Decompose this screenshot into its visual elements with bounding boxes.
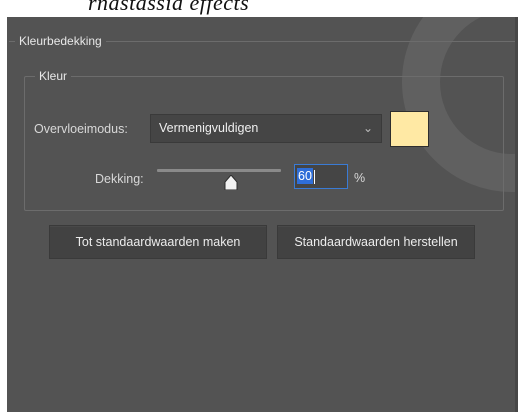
opacity-input[interactable]: 60: [294, 164, 348, 189]
opacity-slider-thumb[interactable]: [224, 175, 238, 190]
opacity-unit: %: [354, 171, 366, 185]
blend-mode-label: Overvloeimodus:: [34, 122, 128, 136]
blend-mode-value: Vermenigvuldigen: [159, 121, 259, 135]
top-strip: rnastassia effects: [0, 0, 518, 17]
reset-default-button[interactable]: Standaardwaarden herstellen: [277, 225, 475, 259]
color-swatch[interactable]: [390, 111, 429, 147]
opacity-label: Dekking:: [95, 172, 144, 186]
chevron-down-icon: ⌄: [362, 121, 373, 135]
text-caret: [313, 169, 315, 184]
opacity-slider-track[interactable]: [157, 169, 281, 172]
section-title: Kleurbedekking: [15, 32, 106, 50]
clipped-watermark-text: rnastassia effects: [88, 0, 250, 15]
opacity-value: 60: [297, 168, 313, 184]
color-group-title: Kleur: [35, 67, 72, 85]
blend-mode-select[interactable]: Vermenigvuldigen ⌄: [150, 114, 382, 143]
color-overlay-panel: Kleurbedekking Kleur Overvloeimodus: Ver…: [7, 17, 518, 412]
color-group-box: [24, 76, 504, 211]
make-default-button[interactable]: Tot standaardwaarden maken: [49, 225, 267, 259]
